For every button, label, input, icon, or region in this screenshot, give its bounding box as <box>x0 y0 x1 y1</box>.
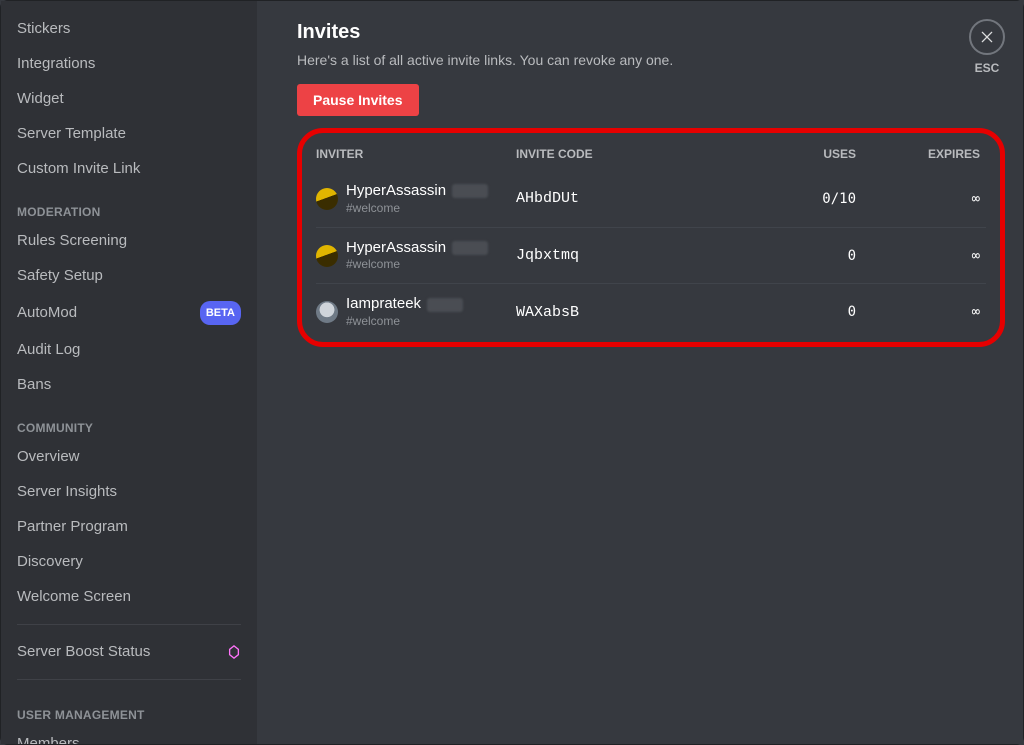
sidebar-item-members[interactable]: Members <box>7 727 251 744</box>
sidebar-header-moderation: MODERATION <box>7 187 251 223</box>
inviter-cell: HyperAssassin#welcome <box>316 240 516 272</box>
sidebar-header-community: COMMUNITY <box>7 403 251 439</box>
main-content: ESC Invites Here's a list of all active … <box>257 1 1023 744</box>
sidebar-item-welcome-screen[interactable]: Welcome Screen <box>7 580 251 614</box>
inviter-name: HyperAssassin <box>346 183 446 200</box>
sidebar-item-server-insights[interactable]: Server Insights <box>7 475 251 509</box>
inviter-name: HyperAssassin <box>346 240 446 257</box>
redacted-tag <box>452 184 488 198</box>
sidebar-item-server-template[interactable]: Server Template <box>7 117 251 151</box>
inviter-cell: HyperAssassin #welcome <box>316 183 516 215</box>
redacted-tag <box>427 298 463 312</box>
settings-sidebar: Stickers Integrations Widget Server Temp… <box>1 1 257 744</box>
sidebar-item-stickers[interactable]: Stickers <box>7 12 251 46</box>
channel-tag: #welcome <box>346 258 488 271</box>
expires-value: ∞ <box>896 304 986 320</box>
divider <box>17 679 241 680</box>
col-uses: USES <box>716 147 896 161</box>
table-header: INVITER INVITE CODE USES EXPIRES <box>316 139 986 171</box>
redacted-tag <box>452 241 488 255</box>
col-invite-code: INVITE CODE <box>516 147 716 161</box>
table-row[interactable]: HyperAssassin #welcome AHbdDUt0/10∞ <box>316 171 986 227</box>
sidebar-header-user-management: USER MANAGEMENT <box>7 690 251 726</box>
invite-code: WAXabsB <box>516 304 716 321</box>
sidebar-item-automod[interactable]: AutoMod BETA <box>7 294 251 332</box>
invites-highlight: INVITER INVITE CODE USES EXPIRES HyperAs… <box>297 128 1005 347</box>
sidebar-item-bans[interactable]: Bans <box>7 368 251 402</box>
beta-badge: BETA <box>200 301 241 325</box>
sidebar-item-rules-screening[interactable]: Rules Screening <box>7 224 251 258</box>
uses-value: 0 <box>716 248 896 264</box>
sidebar-item-safety-setup[interactable]: Safety Setup <box>7 259 251 293</box>
uses-value: 0 <box>716 304 896 320</box>
sidebar-item-overview[interactable]: Overview <box>7 440 251 474</box>
sidebar-item-integrations[interactable]: Integrations <box>7 47 251 81</box>
pause-invites-button[interactable]: Pause Invites <box>297 84 419 116</box>
avatar <box>316 301 338 323</box>
esc-label: ESC <box>969 61 1005 75</box>
table-row[interactable]: HyperAssassin#welcomeJqbxtmq0∞ <box>316 227 986 284</box>
avatar <box>316 245 338 267</box>
col-inviter: INVITER <box>316 147 516 161</box>
invite-code: Jqbxtmq <box>516 247 716 264</box>
page-title: Invites <box>297 21 1005 44</box>
avatar <box>316 188 338 210</box>
uses-value: 0/10 <box>716 191 896 207</box>
inviter-name: Iamprateek <box>346 296 421 313</box>
table-body: HyperAssassin#welcomeAHbdDUt0/10∞HyperAs… <box>316 171 986 340</box>
sidebar-item-partner-program[interactable]: Partner Program <box>7 510 251 544</box>
sidebar-item-audit-log[interactable]: Audit Log <box>7 333 251 367</box>
expires-value: ∞ <box>896 191 986 207</box>
inviter-cell: Iamprateek #welcome <box>316 296 516 328</box>
sidebar-item-server-boost[interactable]: Server Boost Status <box>7 635 251 669</box>
divider <box>17 624 241 625</box>
sidebar-item-custom-invite-link[interactable]: Custom Invite Link <box>7 152 251 186</box>
channel-tag: #welcome <box>346 315 463 328</box>
channel-tag: #welcome <box>346 202 488 215</box>
close-icon <box>979 29 995 45</box>
invite-code: AHbdDUt <box>516 190 716 207</box>
sidebar-item-widget[interactable]: Widget <box>7 82 251 116</box>
page-description: Here's a list of all active invite links… <box>297 52 1005 68</box>
expires-value: ∞ <box>896 248 986 264</box>
sidebar-item-discovery[interactable]: Discovery <box>7 545 251 579</box>
table-row[interactable]: Iamprateek #welcome WAXabsB0∞ <box>316 283 986 340</box>
close-button[interactable] <box>969 19 1005 55</box>
boost-icon <box>227 645 241 659</box>
col-expires: EXPIRES <box>896 147 986 161</box>
